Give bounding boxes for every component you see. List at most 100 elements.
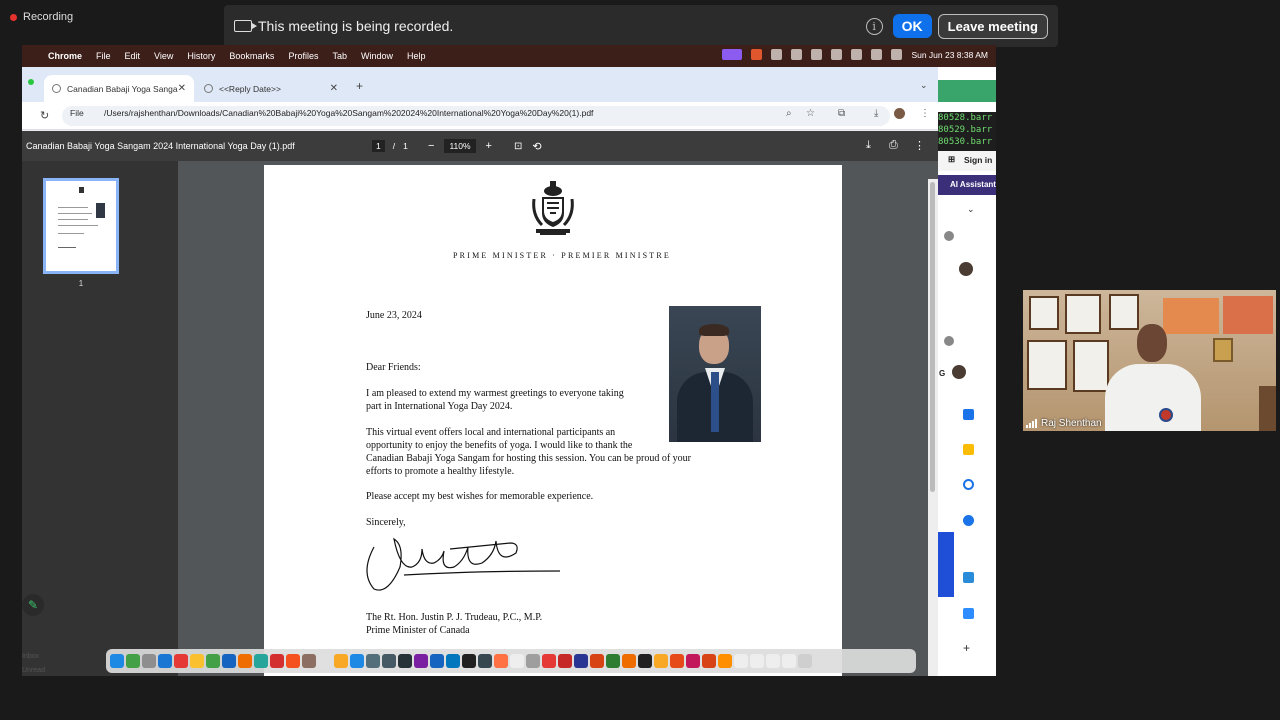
chevron-down-icon[interactable]: ⌄	[920, 80, 928, 91]
calendar-icon[interactable]	[270, 654, 284, 668]
screen-share-icon[interactable]	[722, 49, 743, 60]
zoom-out-icon[interactable]: −	[428, 140, 434, 152]
fit-page-icon[interactable]: ⊡	[514, 141, 522, 152]
menu-item[interactable]: Profiles	[288, 51, 318, 61]
calendar-icon[interactable]	[963, 409, 974, 420]
messages-icon[interactable]	[206, 654, 220, 668]
dock-app-icon[interactable]	[494, 654, 508, 668]
dock-app-icon[interactable]	[574, 654, 588, 668]
bookmark-star-icon[interactable]: ☆	[806, 108, 815, 119]
mail-icon[interactable]	[222, 654, 236, 668]
dock-app-icon[interactable]	[462, 654, 476, 668]
dock-app-icon[interactable]	[638, 654, 652, 668]
dock-app-icon[interactable]	[510, 654, 524, 668]
dock-app-icon[interactable]	[430, 654, 444, 668]
app-tray-icon[interactable]	[751, 49, 763, 60]
menu-app-name[interactable]: Chrome	[48, 51, 82, 61]
dock-folder-icon[interactable]	[782, 654, 796, 668]
menubar-clock[interactable]: Sun Jun 23 8:38 AM	[911, 50, 988, 60]
dock-app-icon[interactable]	[286, 654, 300, 668]
new-tab-icon[interactable]: +	[356, 79, 363, 93]
vscode-icon[interactable]	[446, 654, 460, 668]
dock-app-icon[interactable]	[654, 654, 668, 668]
sign-in-link[interactable]: Sign in	[964, 155, 992, 165]
excel-icon[interactable]	[606, 654, 620, 668]
menu-item[interactable]: View	[154, 51, 173, 61]
dock-folder-icon[interactable]	[750, 654, 764, 668]
zoom-icon[interactable]: ⌕	[786, 108, 792, 119]
add-icon[interactable]: +	[963, 641, 970, 655]
dock-app-icon[interactable]	[526, 654, 540, 668]
tasks-icon[interactable]	[963, 479, 974, 490]
dock-app-icon[interactable]	[702, 654, 716, 668]
dock-app-icon[interactable]	[238, 654, 252, 668]
keep-icon[interactable]	[963, 444, 974, 455]
system-settings-icon[interactable]	[382, 654, 396, 668]
finder-icon[interactable]	[110, 654, 124, 668]
terminal-icon[interactable]	[398, 654, 412, 668]
tray-icon[interactable]	[811, 49, 823, 60]
trash-icon[interactable]	[798, 654, 812, 668]
tab-reply-date[interactable]: <<Reply Date>> ✕	[196, 75, 346, 102]
more-menu-icon[interactable]: ⋮	[920, 108, 930, 119]
ai-assistant-label[interactable]: AI Assistant	[950, 180, 996, 189]
contacts-icon[interactable]	[963, 515, 974, 526]
sign-in-bar[interactable]: ⊞ Sign in	[938, 151, 996, 171]
launchpad-icon[interactable]	[142, 654, 156, 668]
close-icon[interactable]: ✕	[178, 83, 186, 94]
tray-icon[interactable]	[831, 49, 843, 60]
pdf-app-icon[interactable]	[558, 654, 572, 668]
viewer-scrollbar[interactable]	[928, 179, 938, 676]
dock-folder-icon[interactable]	[734, 654, 748, 668]
notes-icon[interactable]	[318, 654, 332, 668]
pdf-download-icon[interactable]: ⤓	[866, 139, 871, 152]
search-icon[interactable]	[891, 49, 903, 60]
download-icon[interactable]: ⤓	[874, 108, 878, 119]
tab-pdf[interactable]: Canadian Babaji Yoga Sanga ✕	[44, 75, 194, 102]
dock-app-icon[interactable]	[478, 654, 492, 668]
page-current-input[interactable]: 1	[372, 140, 385, 152]
menu-item[interactable]: History	[187, 51, 215, 61]
dock-app-icon[interactable]	[718, 654, 732, 668]
dock-app-icon[interactable]	[686, 654, 700, 668]
menu-item[interactable]: Tab	[332, 51, 347, 61]
tray-icon[interactable]	[791, 49, 803, 60]
onenote-icon[interactable]	[414, 654, 428, 668]
zoom-level[interactable]: 110%	[444, 139, 476, 153]
dock-app-icon[interactable]	[334, 654, 348, 668]
tray-icon[interactable]	[771, 49, 783, 60]
ai-assistant-bar[interactable]: AI Assistant	[938, 175, 996, 195]
dock-folder-icon[interactable]	[766, 654, 780, 668]
extensions-icon[interactable]: ⧉	[838, 108, 845, 119]
dock-app-icon[interactable]	[302, 654, 316, 668]
menu-item[interactable]: Bookmarks	[229, 51, 274, 61]
zoom-in-icon[interactable]: +	[486, 140, 492, 152]
menu-item[interactable]: Help	[407, 51, 426, 61]
leave-meeting-button[interactable]: Leave meeting	[937, 13, 1048, 39]
powerpoint-icon[interactable]	[590, 654, 604, 668]
acrobat-icon[interactable]	[542, 654, 556, 668]
url-text[interactable]: /Users/rajshenthan/Downloads/Canadian%20…	[104, 108, 593, 118]
profile-avatar[interactable]	[894, 108, 905, 119]
edit-pencil-icon[interactable]: ✎	[22, 594, 44, 616]
dock-app-icon[interactable]	[126, 654, 140, 668]
safari-icon[interactable]	[158, 654, 172, 668]
dock-app-icon[interactable]	[670, 654, 684, 668]
print-icon[interactable]: ⎙	[889, 139, 898, 152]
wifi-icon[interactable]	[871, 49, 883, 60]
scroll-thumb[interactable]	[930, 182, 935, 492]
window-zoom-dot[interactable]	[28, 79, 34, 85]
facetime-icon[interactable]	[254, 654, 268, 668]
app-icon[interactable]	[963, 572, 974, 583]
reload-icon[interactable]: ↻	[40, 109, 49, 122]
close-icon[interactable]: ✕	[330, 83, 338, 94]
pdf-more-icon[interactable]: ⋮	[914, 139, 925, 152]
info-icon[interactable]: i	[865, 17, 883, 35]
chrome-icon[interactable]	[190, 654, 204, 668]
app-store-icon[interactable]	[350, 654, 364, 668]
chevron-down-icon[interactable]: ⌄	[967, 204, 975, 215]
menu-item[interactable]: Window	[361, 51, 393, 61]
page-thumbnail[interactable]	[43, 178, 119, 274]
rotate-icon[interactable]: ⟲	[532, 140, 541, 153]
dock-app-icon[interactable]	[622, 654, 636, 668]
